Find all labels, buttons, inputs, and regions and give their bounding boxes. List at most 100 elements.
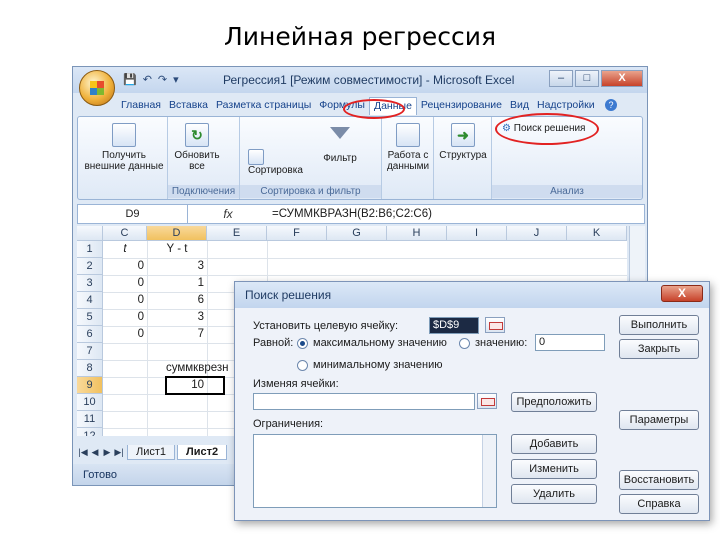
sheet-tab-1[interactable]: Лист1: [127, 444, 176, 460]
col-header-g[interactable]: G: [327, 226, 387, 241]
group-sort-filter-label: Сортировка и фильтр: [240, 185, 381, 198]
col-header-d[interactable]: D: [147, 226, 207, 241]
cell-c3[interactable]: 0: [103, 275, 147, 292]
group-outline: ➜ Структура: [434, 117, 492, 199]
cell-d4[interactable]: 6: [147, 292, 207, 309]
row-header-8[interactable]: 8: [77, 360, 103, 377]
last-sheet-icon[interactable]: ▶|: [113, 447, 125, 458]
row-header-2[interactable]: 2: [77, 258, 103, 275]
solver-close-button[interactable]: X: [661, 285, 703, 302]
data-tools-label: Работа с данными: [386, 150, 430, 172]
tab-home[interactable]: Главная: [117, 97, 165, 115]
run-button[interactable]: Выполнить: [619, 315, 699, 335]
delete-button[interactable]: Удалить: [511, 484, 597, 504]
row-header-11[interactable]: 11: [77, 411, 103, 428]
cell-c2[interactable]: 0: [103, 258, 147, 275]
cell-d3[interactable]: 1: [147, 275, 207, 292]
cell-c4[interactable]: 0: [103, 292, 147, 309]
refresh-all-label: Обновить все: [174, 150, 220, 172]
select-all-corner[interactable]: [77, 226, 103, 241]
tab-review[interactable]: Рецензирование: [417, 97, 506, 115]
office-button[interactable]: [79, 70, 115, 106]
redo-icon[interactable]: ↷: [158, 73, 167, 86]
constraints-scrollbar[interactable]: [482, 435, 496, 507]
name-box[interactable]: D9: [78, 205, 188, 223]
max-radio-label: максимальному значению: [313, 337, 447, 349]
qat-dropdown-icon[interactable]: ▾: [173, 73, 179, 86]
sheet-tab-2[interactable]: Лист2: [177, 444, 228, 460]
row-header-7[interactable]: 7: [77, 343, 103, 360]
col-header-c[interactable]: C: [103, 226, 147, 241]
help-icon[interactable]: ?: [605, 99, 617, 111]
row-header-4[interactable]: 4: [77, 292, 103, 309]
cell-d2[interactable]: 3: [147, 258, 207, 275]
col-header-f[interactable]: F: [267, 226, 327, 241]
filter-button[interactable]: Фильтр: [320, 123, 360, 164]
value-input[interactable]: 0: [535, 334, 605, 351]
target-cell-input[interactable]: $D$9: [429, 317, 479, 334]
refresh-all-button[interactable]: ↻ Обновить все: [172, 123, 222, 172]
get-external-data-button[interactable]: Получить внешние данные: [84, 123, 164, 172]
min-radio[interactable]: [297, 360, 308, 371]
sort-label: Сортировка: [248, 165, 303, 176]
options-button[interactable]: Параметры: [619, 410, 699, 430]
get-external-label: Получить внешние данные: [84, 150, 164, 172]
maximize-button[interactable]: □: [575, 70, 599, 87]
close-button[interactable]: X: [601, 70, 643, 87]
first-sheet-icon[interactable]: |◀: [77, 447, 89, 458]
col-header-e[interactable]: E: [207, 226, 267, 241]
add-button[interactable]: Добавить: [511, 434, 597, 454]
row-header-1[interactable]: 1: [77, 241, 103, 258]
next-sheet-icon[interactable]: ▶: [101, 447, 113, 458]
row-header-3[interactable]: 3: [77, 275, 103, 292]
changing-ref-button[interactable]: [477, 393, 497, 409]
cell-d1[interactable]: Y - t: [147, 241, 207, 258]
slide: Линейная регрессия 💾 ↶ ↷ ▾ Регрессия1 [Р…: [0, 0, 720, 540]
row-header-12[interactable]: 12: [77, 428, 103, 436]
minimize-button[interactable]: –: [549, 70, 573, 87]
slide-title: Линейная регрессия: [223, 22, 497, 51]
group-analysis-label: Анализ: [492, 185, 642, 198]
col-header-i[interactable]: I: [447, 226, 507, 241]
formula-bar: D9 fx =СУММКВРАЗН(B2:B6;C2:C6): [77, 204, 645, 224]
constraints-list[interactable]: [253, 434, 497, 508]
equal-to-label: Равной:: [253, 337, 294, 349]
min-radio-label: минимальному значению: [313, 359, 443, 371]
prev-sheet-icon[interactable]: ◀: [89, 447, 101, 458]
target-cell-label: Установить целевую ячейку:: [253, 320, 399, 332]
sort-button[interactable]: Сортировка: [248, 149, 318, 176]
row-header-6[interactable]: 6: [77, 326, 103, 343]
cell-d6[interactable]: 7: [147, 326, 207, 343]
col-header-h[interactable]: H: [387, 226, 447, 241]
tab-view[interactable]: Вид: [506, 97, 533, 115]
guess-button[interactable]: Предположить: [511, 392, 597, 412]
formula-input[interactable]: =СУММКВРАЗН(B2:B6;C2:C6): [268, 208, 644, 220]
data-tools-button[interactable]: Работа с данными: [384, 123, 432, 172]
cell-c1[interactable]: t: [103, 241, 147, 258]
row-header-5[interactable]: 5: [77, 309, 103, 326]
row-header-9[interactable]: 9: [77, 377, 103, 394]
fx-icon[interactable]: fx: [188, 207, 268, 221]
col-header-k[interactable]: K: [567, 226, 627, 241]
group-sort-filter: Сортировка Фильтр Сортировка и фильтр: [240, 117, 382, 199]
cell-c5[interactable]: 0: [103, 309, 147, 326]
undo-icon[interactable]: ↶: [143, 73, 152, 86]
cell-c6[interactable]: 0: [103, 326, 147, 343]
value-radio[interactable]: [459, 338, 470, 349]
col-header-j[interactable]: J: [507, 226, 567, 241]
value-radio-label: значению:: [475, 337, 528, 349]
cell-d5[interactable]: 3: [147, 309, 207, 326]
save-icon[interactable]: 💾: [123, 73, 137, 86]
tab-page-layout[interactable]: Разметка страницы: [212, 97, 315, 115]
outline-button[interactable]: ➜ Структура: [438, 123, 488, 161]
group-connections-label: Подключения: [168, 185, 239, 198]
restore-button[interactable]: Восстановить: [619, 470, 699, 490]
target-ref-button[interactable]: [485, 317, 505, 333]
close-dialog-button[interactable]: Закрыть: [619, 339, 699, 359]
help-button[interactable]: Справка: [619, 494, 699, 514]
tab-insert[interactable]: Вставка: [165, 97, 212, 115]
row-header-10[interactable]: 10: [77, 394, 103, 411]
change-button[interactable]: Изменить: [511, 459, 597, 479]
max-radio[interactable]: [297, 338, 308, 349]
changing-cells-input[interactable]: [253, 393, 475, 410]
